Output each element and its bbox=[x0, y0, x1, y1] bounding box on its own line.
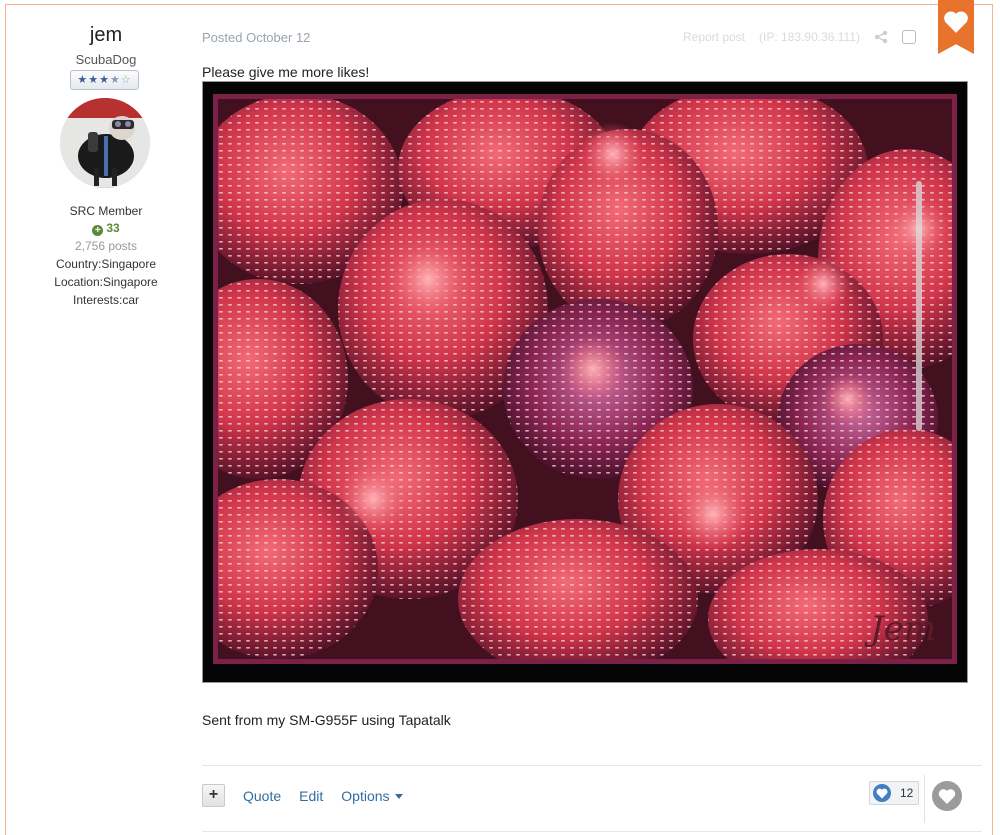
post-text: Please give me more likes! bbox=[202, 64, 370, 80]
avatar[interactable] bbox=[60, 98, 150, 188]
divider bbox=[202, 765, 982, 766]
heart-icon bbox=[944, 11, 968, 33]
star-icon: ★ bbox=[77, 74, 89, 86]
caret-down-icon bbox=[394, 793, 403, 799]
author-title: ScubaDog bbox=[75, 52, 137, 67]
react-button[interactable] bbox=[932, 781, 962, 811]
author-name[interactable]: jem bbox=[6, 24, 206, 47]
ip-address[interactable]: (IP: 183.90.36.111) bbox=[759, 30, 860, 44]
post-meta: Report post (IP: 183.90.36.111) bbox=[683, 30, 916, 44]
star-empty-icon: ☆ bbox=[120, 74, 132, 86]
star-icon: ★ bbox=[88, 74, 100, 86]
reputation-ribbon bbox=[938, 0, 974, 54]
quote-button[interactable]: Quote bbox=[243, 788, 281, 804]
rank-badge: ★★★★☆ bbox=[70, 70, 139, 90]
member-group: SRC Member bbox=[69, 204, 143, 218]
image-signature: Jem bbox=[870, 609, 936, 649]
star-half-icon: ★ bbox=[109, 74, 121, 86]
reputation-value: 33 bbox=[106, 221, 120, 235]
reaction-summary[interactable]: 12 bbox=[869, 781, 919, 805]
photo-graphic bbox=[218, 99, 952, 659]
image-scrollbar[interactable] bbox=[916, 181, 922, 431]
anemone-photo: Jem bbox=[213, 94, 957, 664]
heart-icon bbox=[873, 784, 891, 802]
edit-button[interactable]: Edit bbox=[299, 788, 323, 804]
profile-field-country: Country:Singapore bbox=[55, 257, 157, 271]
multiquote-button[interactable]: + bbox=[202, 784, 225, 807]
profile-field-location: Location:Singapore bbox=[54, 275, 158, 289]
post-container: jem ScubaDog ★★★★☆ SRC Member +33 2,756 … bbox=[5, 0, 993, 835]
post-actions: + Quote Edit Options bbox=[202, 784, 403, 807]
select-post-checkbox[interactable] bbox=[902, 30, 916, 44]
options-menu[interactable]: Options bbox=[341, 788, 403, 804]
report-post-link[interactable]: Report post bbox=[683, 30, 745, 44]
post-image[interactable]: Jem bbox=[202, 81, 968, 683]
post-count: 2,756 posts bbox=[74, 239, 138, 253]
reputation: +33 bbox=[6, 221, 206, 236]
post-date[interactable]: Posted October 12 bbox=[202, 30, 310, 45]
heart-icon bbox=[938, 788, 956, 804]
profile-field-interests: Interests:car bbox=[72, 293, 140, 307]
share-icon[interactable] bbox=[874, 30, 888, 44]
divider-vertical bbox=[924, 775, 925, 823]
plus-circle-icon: + bbox=[92, 225, 104, 236]
divider bbox=[202, 831, 982, 832]
star-icon: ★ bbox=[99, 74, 110, 86]
post-signature-text: Sent from my SM-G955F using Tapatalk bbox=[202, 712, 451, 728]
reaction-count: 12 bbox=[900, 786, 914, 800]
